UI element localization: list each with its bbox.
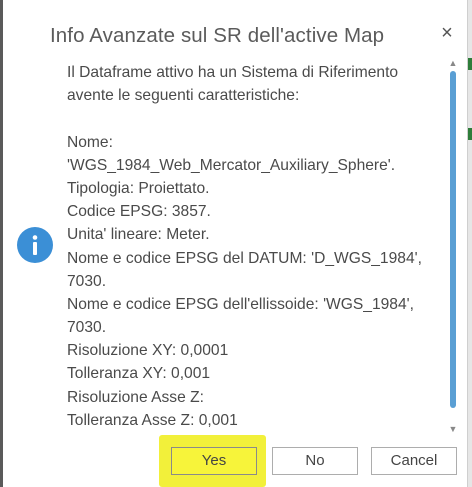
message-line: Unita' lineare: Meter. <box>67 226 210 244</box>
message-line: Nome e codice EPSG del DATUM: 'D_WGS_198… <box>67 249 422 267</box>
message-line: 7030. <box>67 319 107 337</box>
scroll-down-arrow-icon[interactable]: ▼ <box>448 423 458 435</box>
close-icon[interactable]: × <box>436 22 458 44</box>
message-line: 'WGS_1984_Web_Mercator_Auxiliary_Sphere'… <box>67 156 396 174</box>
message-line: Codice EPSG: 3857. <box>67 203 211 221</box>
message-line <box>67 107 439 130</box>
scrollbar-thumb[interactable] <box>450 71 456 408</box>
message-line: Risoluzione XY: 0,0001 <box>67 342 229 360</box>
no-button[interactable]: No <box>272 447 358 475</box>
background-marker <box>468 58 472 70</box>
dialog-message: Il Dataframe attivo ha un Sistema di Rif… <box>67 61 439 432</box>
message-line: Tolleranza XY: 0,001 <box>67 365 211 383</box>
message-line: Nome: <box>67 133 113 151</box>
info-icon <box>17 227 53 263</box>
message-line: Tipologia: Proiettato. <box>67 179 210 197</box>
background-window-edge-right <box>468 0 472 487</box>
yes-button[interactable]: Yes <box>171 447 257 475</box>
message-scrollbar[interactable]: ▲ ▼ <box>448 57 458 435</box>
message-line: Risoluzione Asse Z: <box>67 388 204 406</box>
message-line: Tolleranza Asse Z: 0,001 <box>67 411 238 429</box>
advanced-info-dialog: Info Avanzate sul SR dell'active Map × I… <box>3 0 468 487</box>
background-marker <box>468 128 472 140</box>
scroll-up-arrow-icon[interactable]: ▲ <box>448 57 458 69</box>
message-line: Il Dataframe attivo ha un Sistema di Rif… <box>67 64 399 81</box>
message-line: Nome e codice EPSG dell'ellissoide: 'WGS… <box>67 295 414 313</box>
message-line: avente le seguenti caratteristiche: <box>67 87 300 105</box>
dialog-title: Info Avanzate sul SR dell'active Map <box>50 24 385 47</box>
message-line: 7030. <box>67 272 107 290</box>
cancel-button[interactable]: Cancel <box>371 447 457 475</box>
